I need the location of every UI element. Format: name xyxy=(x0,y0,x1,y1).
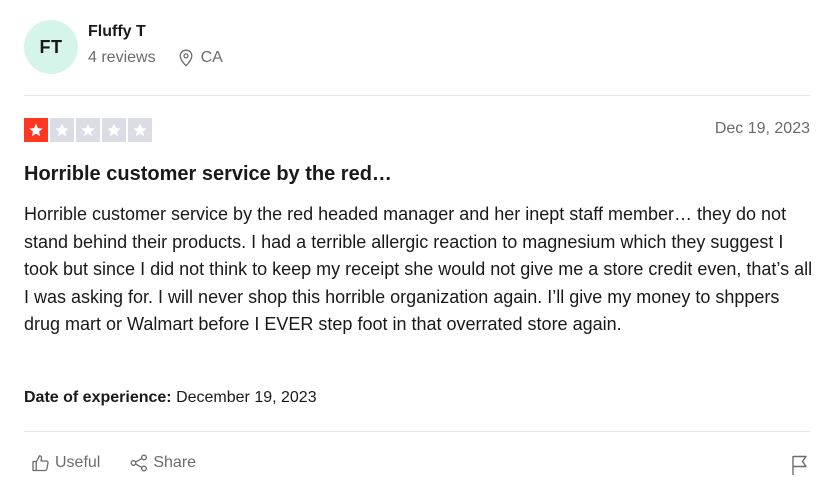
reviewer-name[interactable]: Fluffy T xyxy=(88,22,223,42)
report-button[interactable] xyxy=(791,454,809,481)
flag-icon xyxy=(792,455,807,475)
star-icon xyxy=(81,123,95,137)
share-label: Share xyxy=(153,454,197,471)
reviewer-header: FT Fluffy T 4 reviews CA xyxy=(24,20,223,74)
star-empty xyxy=(102,118,126,142)
share-button[interactable]: Share xyxy=(129,453,196,473)
star-icon xyxy=(29,123,43,137)
experience-label: Date of experience: xyxy=(24,389,172,406)
reviewer-location: CA xyxy=(178,49,223,67)
experience-date: December 19, 2023 xyxy=(176,389,317,406)
star-rating xyxy=(24,118,154,142)
star-icon xyxy=(55,123,69,137)
thumbs-up-icon xyxy=(32,455,49,472)
star-icon xyxy=(107,123,121,137)
reviewer-info: Fluffy T 4 reviews CA xyxy=(88,23,223,67)
review-actions: Useful Share xyxy=(31,453,196,473)
review-title[interactable]: Horrible customer service by the red… xyxy=(24,163,392,186)
location-pin-icon xyxy=(179,49,193,67)
divider xyxy=(24,95,810,96)
star-empty xyxy=(50,118,74,142)
avatar[interactable]: FT xyxy=(24,20,78,74)
divider xyxy=(24,431,810,432)
review-count: 4 reviews xyxy=(88,48,156,66)
share-icon xyxy=(130,454,148,472)
star-empty xyxy=(128,118,152,142)
date-of-experience: Date of experience: December 19, 2023 xyxy=(24,389,317,407)
star-empty xyxy=(76,118,100,142)
star-filled xyxy=(24,118,48,142)
useful-button[interactable]: Useful xyxy=(31,453,100,473)
location-label: CA xyxy=(200,48,223,66)
star-icon xyxy=(133,123,147,137)
review-card: FT Fluffy T 4 reviews CA Dec 19, 2023 Ho… xyxy=(0,0,836,489)
review-body: Horrible customer service by the red hea… xyxy=(24,204,813,334)
useful-label: Useful xyxy=(55,454,101,471)
review-date: Dec 19, 2023 xyxy=(714,120,810,137)
reviewer-meta: 4 reviews CA xyxy=(88,49,223,67)
